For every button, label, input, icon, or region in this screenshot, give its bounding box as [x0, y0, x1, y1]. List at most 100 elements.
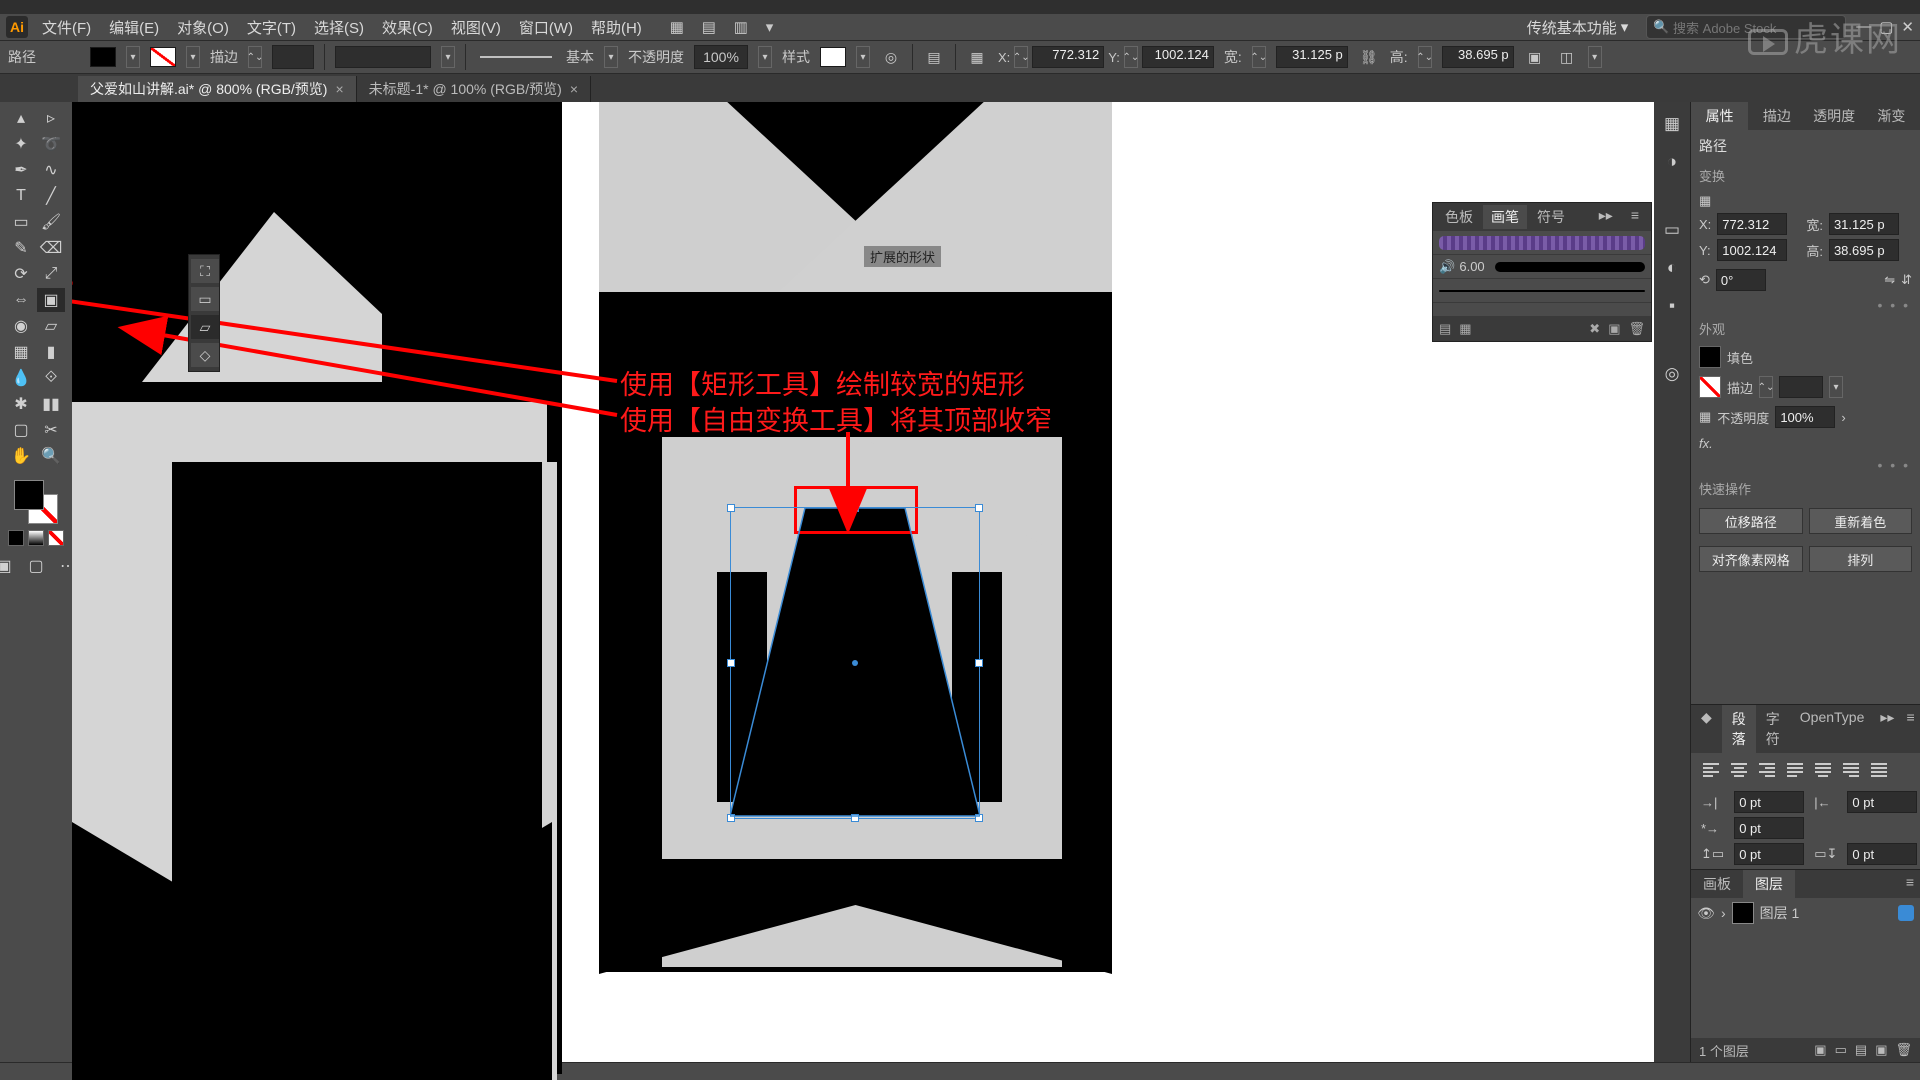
- tab-swatches[interactable]: 色板: [1437, 205, 1481, 229]
- locate-icon[interactable]: ▣: [1814, 1042, 1826, 1058]
- menu-effect[interactable]: 效果(C): [374, 15, 441, 40]
- ft-distort-icon[interactable]: ◇: [191, 343, 219, 367]
- artboard-tool[interactable]: ▢: [7, 418, 35, 442]
- prop-h-field[interactable]: [1829, 239, 1899, 261]
- zoom-tool[interactable]: 🔍: [37, 444, 65, 468]
- stroke-weight-field[interactable]: [272, 45, 314, 69]
- expand-icon[interactable]: ›: [1721, 905, 1726, 921]
- offset-path-button[interactable]: 位移路径: [1699, 508, 1803, 534]
- gradient-panel-icon[interactable]: ◐: [1660, 256, 1684, 280]
- curvature-tool[interactable]: ∿: [37, 158, 65, 182]
- x-field[interactable]: 772.312: [1032, 46, 1104, 68]
- reference-point-icon[interactable]: ▦: [966, 46, 988, 68]
- justify-right-icon[interactable]: [1839, 759, 1863, 781]
- prop-y-field[interactable]: [1717, 239, 1787, 261]
- maximize-icon[interactable]: ▢: [1879, 18, 1893, 36]
- magic-wand-tool[interactable]: ✦: [7, 132, 35, 156]
- stroke-drop[interactable]: ▾: [186, 46, 200, 68]
- align-center-icon[interactable]: [1727, 759, 1751, 781]
- align-right-icon[interactable]: [1755, 759, 1779, 781]
- slice-tool[interactable]: ✂: [37, 418, 65, 442]
- tab-character[interactable]: 字符: [1756, 705, 1790, 753]
- tab-artboards[interactable]: 画板: [1691, 870, 1743, 898]
- remove-stroke-icon[interactable]: ✖: [1589, 321, 1600, 337]
- more-options-icon[interactable]: • • •: [1691, 295, 1920, 315]
- target-indicator[interactable]: [1898, 905, 1914, 921]
- first-line-field[interactable]: [1734, 817, 1804, 839]
- workspace-selector[interactable]: 传统基本功能▾: [1519, 15, 1637, 40]
- scale-tool[interactable]: ⤢: [37, 262, 65, 286]
- menu-object[interactable]: 对象(O): [169, 15, 237, 40]
- new-layer-icon[interactable]: ▣: [1875, 1042, 1887, 1058]
- opacity-field[interactable]: 100%: [694, 45, 748, 69]
- tab-paragraph[interactable]: 段落: [1722, 705, 1756, 753]
- type-tool[interactable]: T: [7, 184, 35, 208]
- menu-file[interactable]: 文件(F): [34, 15, 99, 40]
- search-input[interactable]: 🔍 搜索 Adobe Stock: [1646, 15, 1846, 39]
- flip-v-icon[interactable]: ⇵: [1901, 272, 1912, 288]
- prop-stroke-weight[interactable]: [1779, 376, 1823, 398]
- space-before-field[interactable]: [1734, 843, 1804, 865]
- width-tool[interactable]: ⇔: [7, 288, 35, 312]
- justify-left-icon[interactable]: [1783, 759, 1807, 781]
- fill-box[interactable]: [14, 480, 44, 510]
- w-field[interactable]: 31.125 p: [1276, 46, 1348, 68]
- column-graph-tool[interactable]: ▮▮: [37, 392, 65, 416]
- stroke-panel-icon[interactable]: ▭: [1660, 218, 1684, 242]
- gradient-mode[interactable]: [28, 530, 44, 546]
- delete-brush-icon[interactable]: 🗑: [1628, 321, 1645, 337]
- h-field[interactable]: 38.695 p: [1442, 46, 1514, 68]
- delete-layer-icon[interactable]: 🗑: [1895, 1042, 1912, 1058]
- tab-stroke[interactable]: 描边: [1748, 102, 1805, 130]
- clip-icon[interactable]: ▭: [1835, 1042, 1847, 1058]
- menu-type[interactable]: 文字(T): [239, 15, 304, 40]
- y-field[interactable]: 1002.124: [1142, 46, 1214, 68]
- panel-collapse-icon[interactable]: ▸▸: [1591, 205, 1621, 229]
- selection-bounding-box[interactable]: [730, 507, 980, 819]
- prop-fx-label[interactable]: fx.: [1699, 436, 1713, 451]
- color-guide-icon[interactable]: ◑: [1660, 150, 1684, 174]
- arrange-icon[interactable]: ▥: [734, 18, 752, 36]
- draw-normal-icon[interactable]: ▣: [0, 554, 18, 578]
- close-icon[interactable]: ✕: [1901, 18, 1914, 36]
- new-brush-icon[interactable]: ▣: [1608, 321, 1620, 337]
- rectangle-tool[interactable]: ▭: [7, 210, 35, 234]
- prop-angle-field[interactable]: [1716, 269, 1766, 291]
- lasso-tool[interactable]: ➰: [37, 132, 65, 156]
- align-icon[interactable]: ▤: [923, 46, 945, 68]
- more-options-icon[interactable]: • • •: [1691, 455, 1920, 475]
- eyedropper-tool[interactable]: 💧: [7, 366, 35, 390]
- panel-menu-icon[interactable]: ≡: [1900, 705, 1920, 753]
- tab-brushes[interactable]: 画笔: [1483, 205, 1527, 229]
- color-mode[interactable]: [8, 530, 24, 546]
- direct-selection-tool[interactable]: ▹: [37, 106, 65, 130]
- transparency-panel-icon[interactable]: ▪: [1660, 294, 1684, 318]
- paintbrush-tool[interactable]: 🖌: [37, 210, 65, 234]
- selection-tool[interactable]: ▴: [7, 106, 35, 130]
- document-tab-2[interactable]: 未标题-1* @ 100% (RGB/预览) ×: [357, 76, 591, 102]
- gradient-tool[interactable]: ▮: [37, 340, 65, 364]
- prop-w-field[interactable]: [1829, 213, 1899, 235]
- ft-free-icon[interactable]: ▭: [191, 287, 219, 311]
- layer-row[interactable]: 👁 › 图层 1: [1691, 898, 1920, 928]
- fill-stroke-box[interactable]: [14, 480, 58, 524]
- recolor-icon[interactable]: ◎: [880, 46, 902, 68]
- canvas[interactable]: 扩展的形状 使用【矩形工具】绘制较宽的矩形 使用【自由变换工具】将其顶部收窄: [72, 102, 1654, 1062]
- variable-width-profile[interactable]: [335, 46, 431, 68]
- dropdown-icon[interactable]: ▾: [766, 18, 784, 36]
- rotate-tool[interactable]: ⟳: [7, 262, 35, 286]
- tab-transparency[interactable]: 透明度: [1806, 102, 1863, 130]
- tab-symbols[interactable]: 符号: [1529, 205, 1573, 229]
- panel-collapse-icon[interactable]: ▸▸: [1874, 705, 1900, 753]
- flip-h-icon[interactable]: ⇋: [1884, 272, 1895, 288]
- justify-all-icon[interactable]: [1867, 759, 1891, 781]
- pen-tool[interactable]: ✒: [7, 158, 35, 182]
- sublayer-icon[interactable]: ▤: [1855, 1042, 1867, 1058]
- prop-opacity-field[interactable]: [1775, 406, 1835, 428]
- free-transform-tool[interactable]: ▣: [37, 288, 65, 312]
- panel-menu-icon[interactable]: ≡: [1900, 870, 1920, 898]
- prop-stroke-swatch[interactable]: [1699, 376, 1721, 398]
- space-after-field[interactable]: [1847, 843, 1917, 865]
- ft-constrain-icon[interactable]: ⛶: [191, 259, 219, 283]
- tab-close-icon[interactable]: ×: [335, 81, 343, 97]
